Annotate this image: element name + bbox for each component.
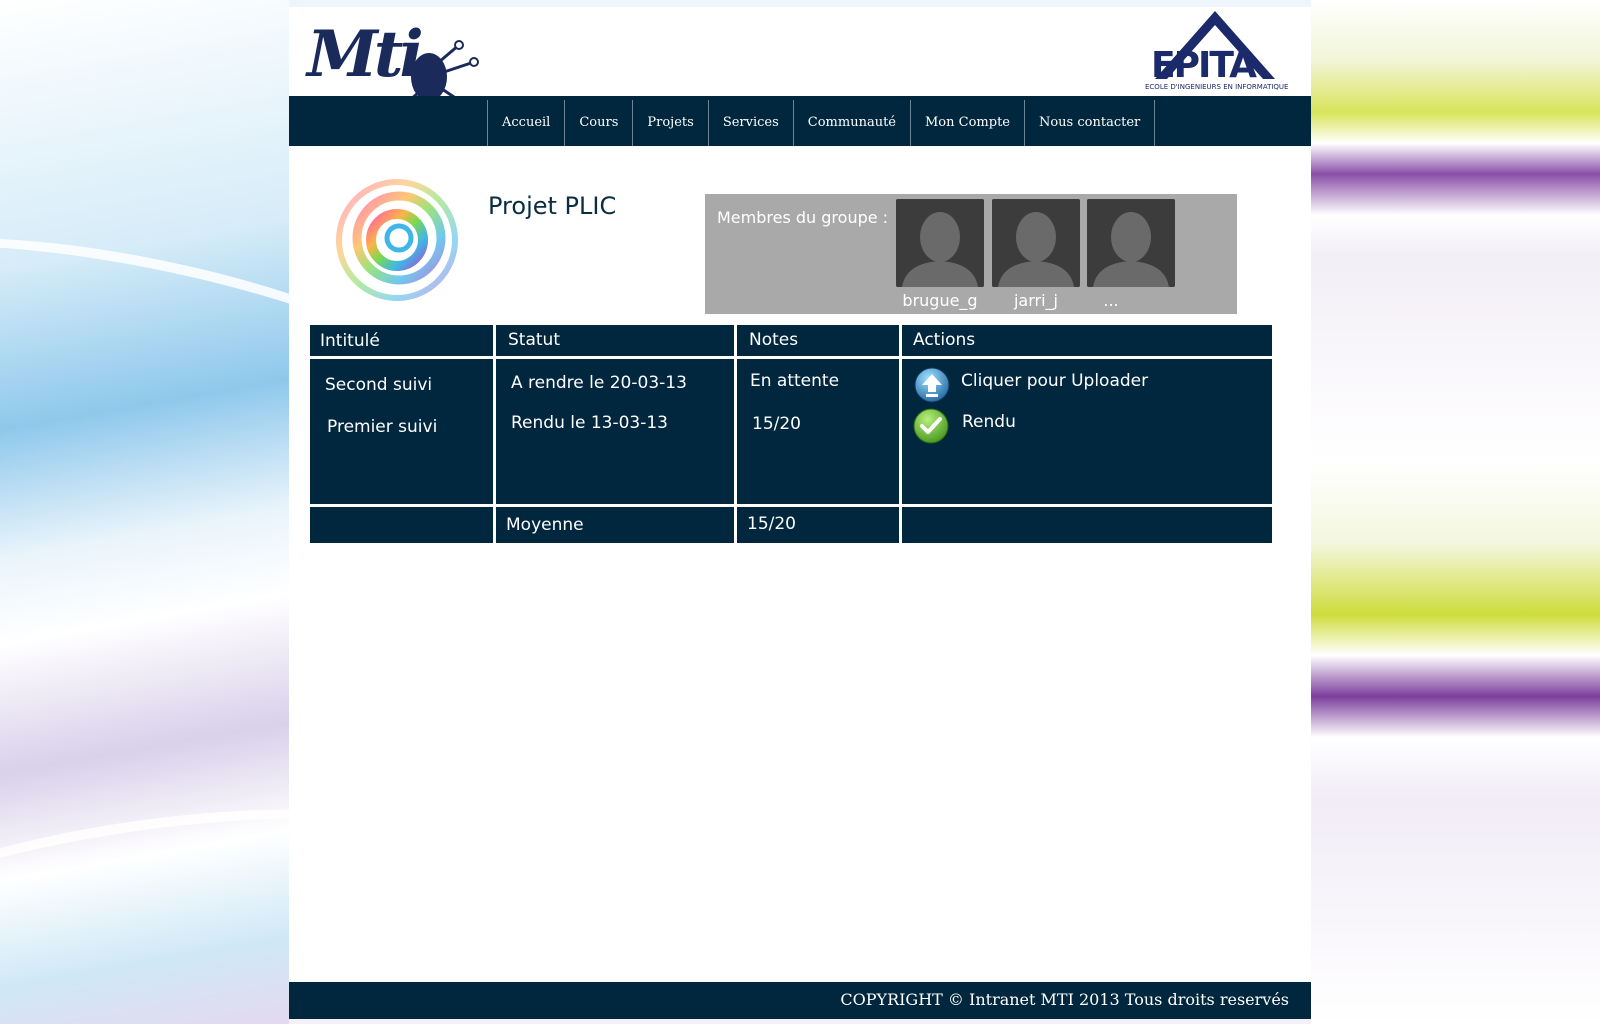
table-body-statut: A rendre le 20-03-13 Rendu le 13-03-13 — [496, 359, 734, 504]
average-label-cell: Moyenne — [496, 507, 734, 543]
members-label: Membres du groupe : — [717, 208, 889, 227]
table-body-notes: En attente 15/20 — [737, 359, 899, 504]
background-left-decoration — [0, 0, 289, 1024]
nav-item-services[interactable]: Services — [709, 100, 794, 146]
page-container: Mti EPITA ECOLE D'INGENIEURS EN INFORMAT… — [289, 7, 1311, 1019]
table-header-intitule: Intitulé — [310, 325, 493, 356]
nav-item-nous-contacter[interactable]: Nous contacter — [1025, 100, 1156, 146]
nav-item-projets[interactable]: Projets — [633, 100, 709, 146]
row-note: En attente — [750, 371, 840, 391]
header-label: Intitulé — [320, 331, 380, 351]
table-header-actions: Actions — [902, 325, 1272, 356]
user-silhouette-icon — [992, 199, 1080, 287]
average-actions-cell — [902, 507, 1272, 543]
member-card-more[interactable]: ... — [1087, 199, 1175, 310]
header-label: Actions — [913, 330, 976, 350]
table-body-intitule: Second suivi Premier suivi — [310, 359, 493, 504]
nav-item-accueil[interactable]: Accueil — [488, 100, 566, 146]
epita-logo-subtitle: ECOLE D'INGENIEURS EN INFORMATIQUE — [1145, 83, 1289, 91]
row-intitule: Premier suivi — [327, 417, 438, 437]
avatar — [1087, 199, 1175, 287]
main-navigation: Accueil Cours Projets Services Communaut… — [289, 96, 1311, 146]
project-logo-swirl-icon — [336, 179, 458, 301]
project-title: Projet PLIC — [488, 192, 617, 220]
check-icon — [913, 408, 949, 444]
group-members-panel: Membres du groupe : brugue_g jarri_j ... — [705, 194, 1237, 314]
nav-item-mon-compte[interactable]: Mon Compte — [911, 100, 1025, 146]
upload-action[interactable]: Cliquer pour Uploader — [912, 365, 1252, 405]
average-value-cell: 15/20 — [737, 507, 899, 543]
nav-item-communaute[interactable]: Communauté — [794, 100, 911, 146]
user-silhouette-icon — [896, 199, 984, 287]
upload-icon — [914, 367, 950, 403]
nav-item-cours[interactable]: Cours — [565, 100, 634, 146]
row-intitule: Second suivi — [325, 375, 433, 395]
average-label: Moyenne — [506, 515, 584, 535]
copyright-text: COPYRIGHT © Intranet MTI 2013 Tous droit… — [840, 990, 1289, 1009]
member-card-brugue-g[interactable]: brugue_g — [896, 199, 984, 310]
epita-logo-text: EPITA — [1151, 45, 1257, 86]
average-value: 15/20 — [747, 514, 796, 534]
header-label: Notes — [749, 330, 799, 350]
member-card-jarri-j[interactable]: jarri_j — [992, 199, 1080, 310]
upload-action-label: Cliquer pour Uploader — [961, 371, 1149, 391]
row-statut: A rendre le 20-03-13 — [511, 373, 687, 393]
user-silhouette-icon — [1087, 199, 1175, 287]
background-right-decoration — [1311, 0, 1600, 1024]
row-statut: Rendu le 13-03-13 — [511, 413, 669, 433]
rendu-label: Rendu — [962, 412, 1016, 432]
member-name: ... — [1103, 291, 1119, 310]
table-body-actions: Cliquer pour Uploader Rendu — [902, 359, 1272, 504]
epita-logo[interactable]: EPITA ECOLE D'INGENIEURS EN INFORMATIQUE — [1145, 9, 1289, 95]
average-empty-cell — [310, 507, 493, 543]
rendu-status: Rendu — [912, 406, 1252, 446]
member-name: brugue_g — [902, 291, 978, 310]
footer: COPYRIGHT © Intranet MTI 2013 Tous droit… — [289, 982, 1311, 1019]
table-header-notes: Notes — [737, 325, 899, 356]
avatar — [896, 199, 984, 287]
table-header-statut: Statut — [496, 325, 734, 356]
row-note: 15/20 — [752, 414, 801, 434]
header-label: Statut — [508, 330, 560, 350]
avatar — [992, 199, 1080, 287]
header: Mti EPITA ECOLE D'INGENIEURS EN INFORMAT… — [289, 7, 1311, 143]
